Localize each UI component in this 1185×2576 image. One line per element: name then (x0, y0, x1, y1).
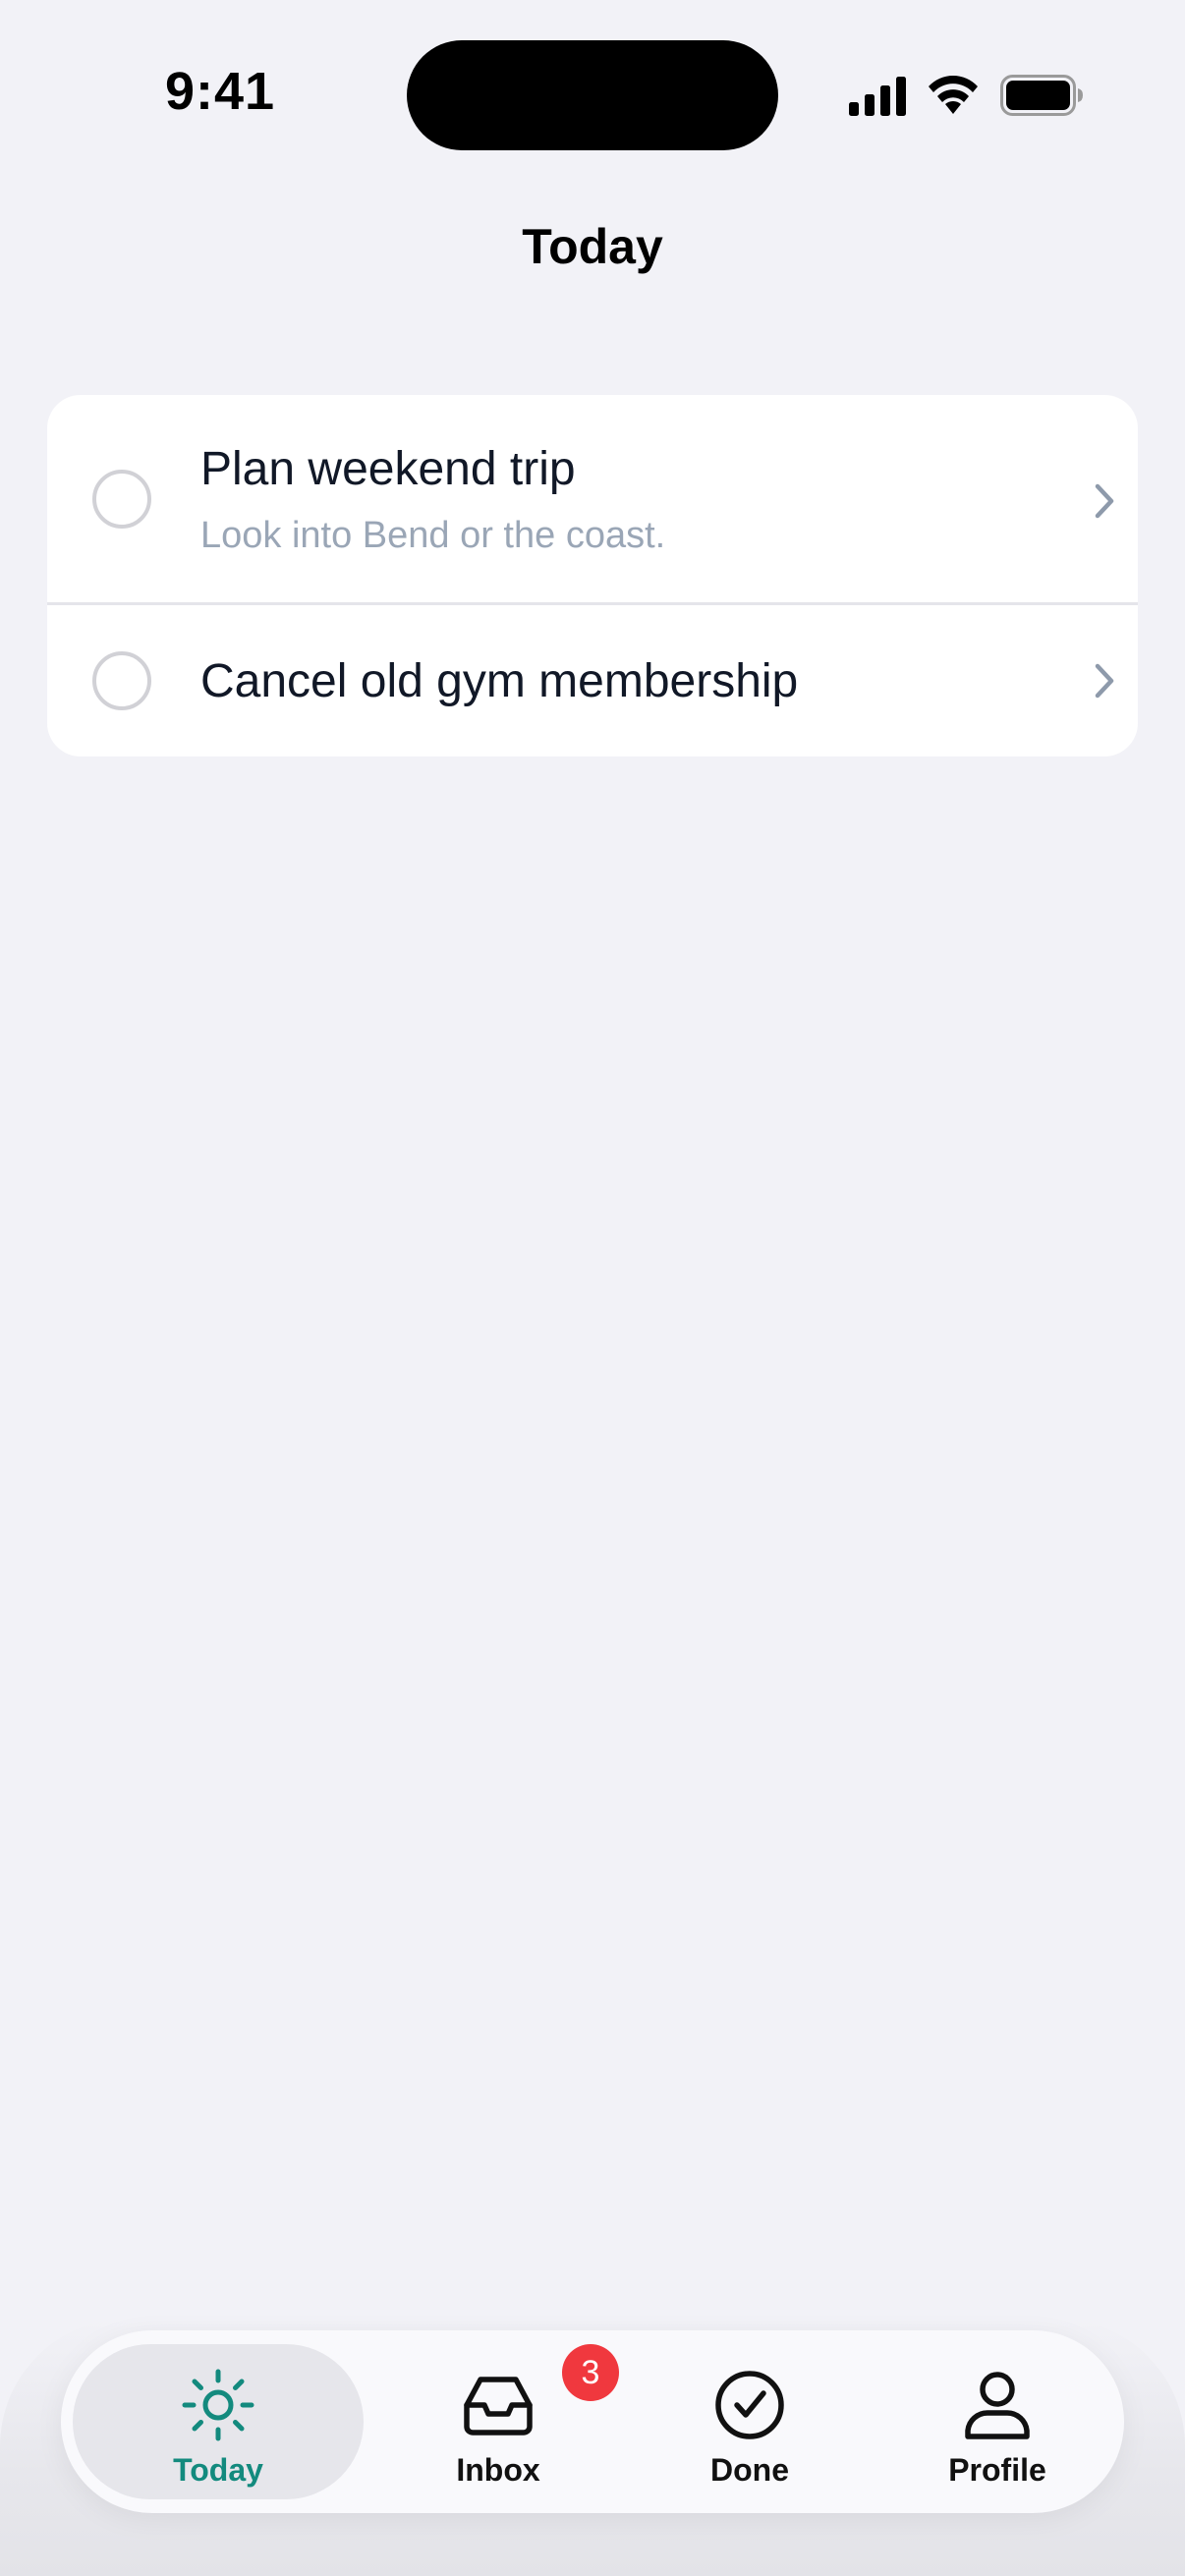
page-title: Today (522, 219, 663, 274)
inbox-badge: 3 (562, 2344, 619, 2401)
status-time: 9:41 (165, 62, 276, 121)
tab-bar: Today 3 Inbox Done Profile (61, 2330, 1124, 2513)
task-title: Plan weekend trip (200, 443, 576, 495)
wifi-icon (929, 76, 978, 114)
tab-label: Inbox (456, 2452, 540, 2488)
task-checkbox[interactable] (92, 470, 151, 529)
tab-label: Profile (948, 2452, 1046, 2488)
sun-icon (182, 2369, 254, 2441)
tab-inbox[interactable]: 3 Inbox (385, 2330, 619, 2513)
task-checkbox[interactable] (92, 651, 151, 710)
tab-profile[interactable]: Profile (882, 2330, 1112, 2513)
tab-label: Done (710, 2452, 789, 2488)
status-bar: 9:41 (0, 0, 1185, 196)
task-row[interactable]: Plan weekend trip Look into Bend or the … (47, 395, 1138, 605)
signal-icon (849, 77, 906, 116)
task-row[interactable]: Cancel old gym membership (47, 605, 1138, 756)
battery-icon (1000, 75, 1083, 116)
person-icon (965, 2372, 1030, 2439)
task-title: Cancel old gym membership (200, 655, 799, 707)
tab-done[interactable]: Done (637, 2330, 863, 2513)
dynamic-island (407, 40, 778, 150)
task-list: Plan weekend trip Look into Bend or the … (47, 395, 1138, 756)
chevron-right-icon (1095, 663, 1114, 699)
tab-label: Today (173, 2452, 263, 2488)
tab-today[interactable]: Today (73, 2330, 364, 2513)
check-circle-icon (715, 2371, 784, 2439)
inbox-tray-icon (464, 2377, 533, 2436)
chevron-right-icon (1095, 483, 1114, 519)
task-note: Look into Bend or the coast. (200, 515, 666, 556)
